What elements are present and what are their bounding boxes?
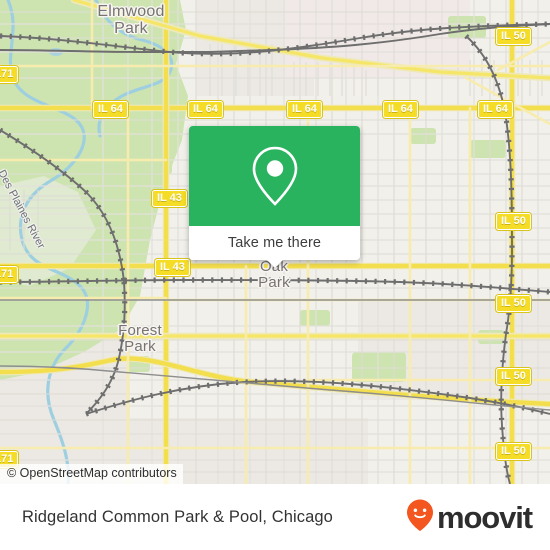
- take-me-there-button[interactable]: Take me there: [189, 226, 360, 268]
- map-popup-card[interactable]: Take me there: [189, 126, 360, 268]
- map-attribution[interactable]: © OpenStreetMap contributors: [0, 464, 183, 484]
- highway-shield: IL 64: [187, 100, 224, 119]
- highway-shield: 171: [0, 65, 20, 84]
- popup-pointer-tail: [265, 259, 284, 268]
- highway-shield: IL 64: [382, 100, 419, 119]
- highway-shield: IL 50: [495, 212, 532, 231]
- highway-shield: IL 50: [495, 27, 532, 46]
- highway-shield: IL 64: [92, 100, 129, 119]
- take-me-there-label: Take me there: [227, 235, 322, 251]
- popup-header: [189, 126, 360, 226]
- location-pin-icon: [251, 145, 299, 207]
- map-canvas[interactable]: .lnd { fill:#f2f0ea; } .park { fill:#cde…: [0, 0, 550, 484]
- location-title: Ridgeland Common Park & Pool, Chicago: [22, 507, 333, 526]
- highway-shield: IL 64: [286, 100, 323, 119]
- highway-shield: IL 64: [477, 100, 514, 119]
- moovit-wordmark: moovit: [436, 499, 533, 535]
- highway-shield: 171: [0, 265, 20, 284]
- highway-shield: IL 50: [495, 294, 532, 313]
- highway-shield: IL 43: [154, 258, 191, 277]
- moovit-smiley-pin-icon: [405, 498, 435, 537]
- highway-shield: IL 50: [495, 442, 532, 461]
- moovit-logo[interactable]: moovit: [405, 498, 533, 537]
- highway-shield: IL 43: [151, 189, 188, 208]
- footer-bar: Ridgeland Common Park & Pool, Chicago mo…: [0, 484, 550, 550]
- highway-shield: IL 50: [495, 367, 532, 386]
- screenshot-root: .lnd { fill:#f2f0ea; } .park { fill:#cde…: [0, 0, 550, 550]
